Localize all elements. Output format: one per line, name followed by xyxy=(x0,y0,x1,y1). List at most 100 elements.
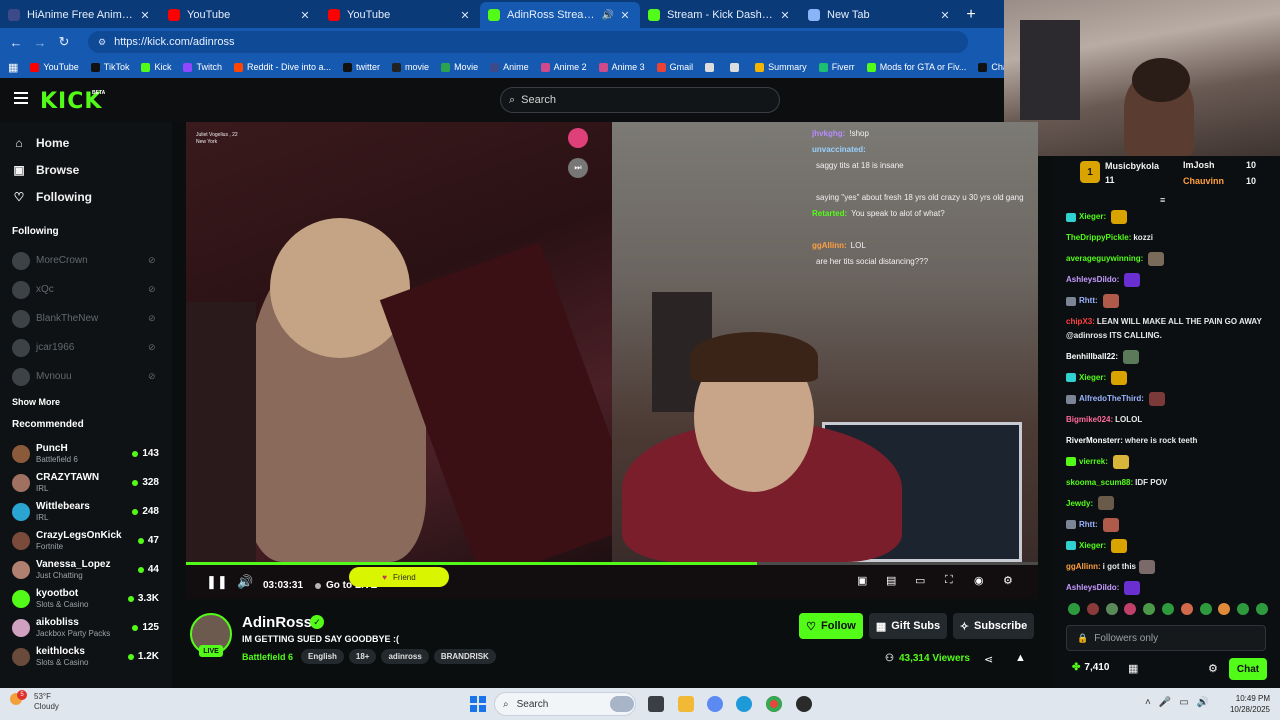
recommended-item[interactable]: CRAZYTAWN IRL 328 xyxy=(0,468,172,497)
skip-icon[interactable]: ⏭ xyxy=(568,158,588,178)
bookmark-item[interactable]: Twitch xyxy=(183,62,222,72)
following-item[interactable]: BlankTheNew ⊘ xyxy=(0,304,172,333)
browser-tab[interactable]: YouTube ✕ xyxy=(320,2,480,28)
following-item[interactable]: Mvnouu ⊘ xyxy=(0,362,172,391)
bookmark-item[interactable]: Anime 2 xyxy=(540,62,587,72)
weather-widget[interactable]: 5 53°F Cloudy xyxy=(10,690,59,712)
chat-send-button[interactable]: Chat xyxy=(1229,658,1267,680)
search-input[interactable]: ⌕ Search xyxy=(500,87,780,113)
chat-username[interactable]: Rhtt: xyxy=(1079,520,1098,529)
following-item[interactable]: jcar1966 ⊘ xyxy=(0,333,172,362)
search-highlight-icon[interactable] xyxy=(610,696,634,712)
chat-username[interactable]: AshleysDildo: xyxy=(1066,275,1119,284)
chat-username[interactable]: AlfredoTheThird: xyxy=(1079,394,1144,403)
start-button[interactable] xyxy=(470,696,486,712)
following-item[interactable]: xQc ⊘ xyxy=(0,275,172,304)
chat-username[interactable]: Xieger: xyxy=(1079,373,1106,382)
browser-tab[interactable]: AdinRoss Stream - Watch Live🔊 ✕ xyxy=(480,2,640,28)
close-tab-icon[interactable]: ✕ xyxy=(778,9,792,22)
browser-tab[interactable]: YouTube ✕ xyxy=(160,2,320,28)
subscribe-button[interactable]: ✧ Subscribe xyxy=(953,613,1034,639)
back-icon[interactable]: ← xyxy=(4,35,28,50)
emote-icon[interactable] xyxy=(1143,603,1156,615)
leader-2-name[interactable]: ImJosh xyxy=(1183,160,1215,170)
emote-icon[interactable] xyxy=(1255,603,1268,615)
emote-icon[interactable] xyxy=(1086,603,1099,615)
copilot-icon[interactable] xyxy=(707,696,723,712)
bookmark-item[interactable] xyxy=(730,62,743,72)
forward-icon[interactable]: → xyxy=(28,35,52,50)
site-info-icon[interactable]: ⚙ xyxy=(98,37,106,48)
emote-icon[interactable] xyxy=(1068,603,1080,615)
close-tab-icon[interactable]: ✕ xyxy=(298,9,312,22)
channel-points[interactable]: ✤ 7,410 xyxy=(1072,662,1109,673)
tag-chip[interactable]: adinross xyxy=(381,649,429,664)
fullscreen-icon[interactable]: ⛶ xyxy=(945,574,953,587)
follow-button[interactable]: ♡ Follow xyxy=(799,613,863,639)
bookmark-item[interactable]: Fiverr xyxy=(818,62,855,72)
report-icon[interactable]: ▲ xyxy=(1015,652,1026,664)
bookmark-item[interactable]: movie xyxy=(392,62,429,72)
bookmark-item[interactable]: Anime 3 xyxy=(598,62,645,72)
system-tray[interactable]: ˄🎤▭🔊 xyxy=(1145,697,1217,708)
browser-tab[interactable]: Stream - Kick Dashboard ✕ xyxy=(640,2,800,28)
bookmark-item[interactable]: Summary xyxy=(755,62,807,72)
emote-icon[interactable] xyxy=(1180,603,1193,615)
recommended-item[interactable]: Wittlebears IRL 248 xyxy=(0,497,172,526)
edge-icon[interactable] xyxy=(736,696,752,712)
close-tab-icon[interactable]: ✕ xyxy=(938,9,952,22)
app-icon[interactable] xyxy=(796,696,812,712)
emote-icon[interactable] xyxy=(1105,603,1118,615)
bookmark-item[interactable]: TikTok xyxy=(90,62,129,72)
chat-username[interactable]: averageguywinning: xyxy=(1066,254,1143,263)
chat-username[interactable]: Bigmike024: xyxy=(1066,415,1113,424)
clock[interactable]: 10:49 PM 10/28/2025 xyxy=(1220,693,1270,715)
channel-name[interactable]: AdinRoss xyxy=(242,614,312,631)
emote-icon[interactable] xyxy=(1237,603,1250,615)
close-tab-icon[interactable]: ✕ xyxy=(458,9,472,22)
recommended-item[interactable]: kyootbot Slots & Casino 3.3K xyxy=(0,584,172,613)
recommended-item[interactable]: Vanessa_Lopez Just Chatting 44 xyxy=(0,555,172,584)
bookmark-item[interactable]: Movie xyxy=(441,62,478,72)
tag-chip[interactable]: English xyxy=(301,649,344,664)
leader-1-name[interactable]: Musicbykola xyxy=(1105,161,1159,171)
menu-icon[interactable] xyxy=(14,92,28,104)
clip-icon[interactable]: ▤ xyxy=(886,574,896,587)
chat-username[interactable]: ggAllinn: xyxy=(1066,562,1101,571)
theater-mode-icon[interactable]: ▭ xyxy=(915,574,925,587)
chat-username[interactable]: RiverMonsterr: xyxy=(1066,436,1123,445)
chat-username[interactable]: Rhtt: xyxy=(1079,296,1098,305)
sidebar-item-browse[interactable]: ▣ Browse xyxy=(0,156,172,183)
bookmark-item[interactable] xyxy=(705,62,718,72)
chat-input[interactable]: 🔒 Followers only xyxy=(1066,625,1266,651)
emote-icon[interactable] xyxy=(1161,603,1174,615)
sidebar-item-home[interactable]: ⌂ Home xyxy=(0,129,172,156)
following-item[interactable]: MoreCrown ⊘ xyxy=(0,246,172,275)
chat-username[interactable]: chipX3: xyxy=(1066,317,1095,326)
new-tab-icon[interactable]: + xyxy=(960,2,982,28)
chat-settings-icon[interactable]: ⚙ xyxy=(1208,662,1218,675)
tag-chip[interactable]: BRANDRISK xyxy=(433,649,496,664)
recommended-item[interactable]: PuncH Battlefield 6 143 xyxy=(0,439,172,468)
chat-username[interactable]: TheDrippyPickle: xyxy=(1066,233,1131,242)
chat-username[interactable]: Xieger: xyxy=(1079,541,1106,550)
chat-username[interactable]: skooma_scum88: xyxy=(1066,478,1133,487)
chat-username[interactable]: Benhillball22: xyxy=(1066,352,1118,361)
chat-username[interactable]: AshleysDildo: xyxy=(1066,583,1119,592)
quality-icon[interactable]: ◉ xyxy=(974,574,984,587)
progress-bar[interactable] xyxy=(186,562,1038,565)
browser-tab[interactable]: HiAnime Free Anime Streaming✕ xyxy=(0,2,160,28)
bookmark-item[interactable]: ChatGPT xyxy=(978,62,1004,72)
reload-icon[interactable]: ↻ xyxy=(52,34,76,50)
video-player[interactable]: Juliet Vogelius , 22 New York ⏭ jhvkghg:… xyxy=(186,122,1038,599)
gift-icon[interactable]: ▦ xyxy=(1128,662,1138,675)
bookmark-item[interactable]: Anime xyxy=(490,62,529,72)
chrome-icon[interactable] xyxy=(766,696,782,712)
bookmark-item[interactable]: twitter xyxy=(343,62,380,72)
share-icon[interactable]: ⋖ xyxy=(984,653,993,666)
category-link[interactable]: Battlefield 6 xyxy=(242,652,293,662)
task-view-icon[interactable] xyxy=(648,696,664,712)
bookmark-item[interactable]: YouTube xyxy=(30,62,79,72)
chat-username[interactable]: Jewdy: xyxy=(1066,499,1093,508)
apps-icon[interactable]: ▦ xyxy=(8,61,18,74)
